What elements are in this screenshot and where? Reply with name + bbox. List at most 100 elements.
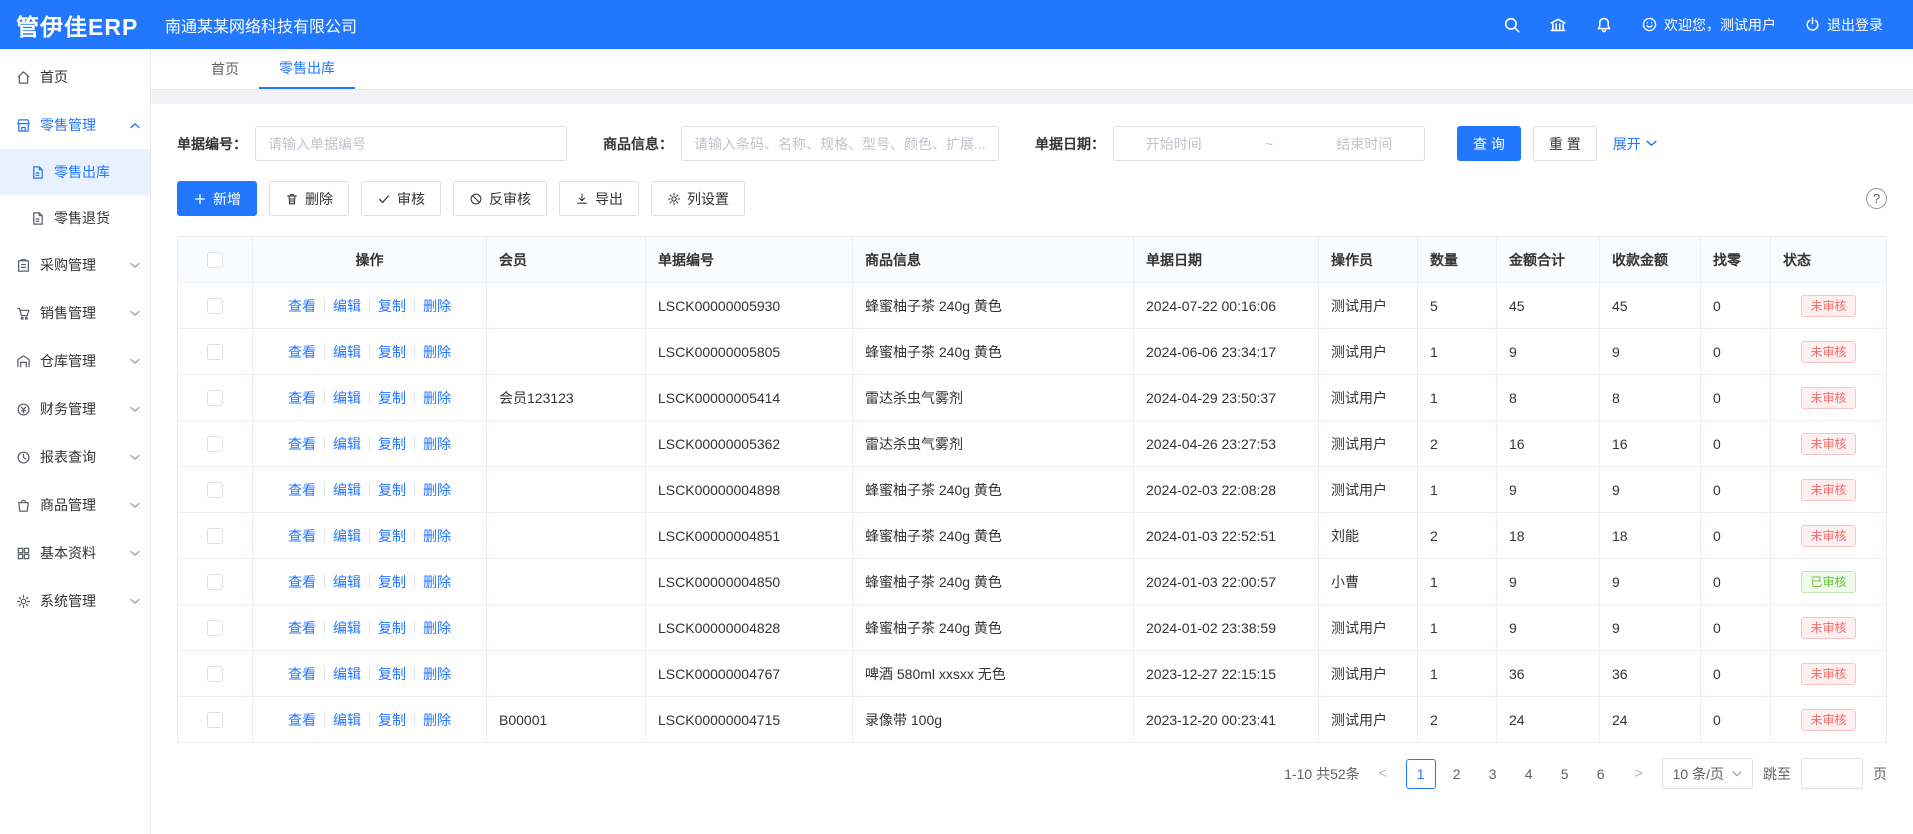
row-action-view[interactable]: 查看	[288, 388, 316, 408]
row-action-copy[interactable]: 复制	[378, 480, 406, 500]
row-action-edit[interactable]: 编辑	[333, 618, 361, 638]
row-action-delete[interactable]: 删除	[423, 526, 451, 546]
row-action-view[interactable]: 查看	[288, 572, 316, 592]
sidebar-item-sales-management[interactable]: 销售管理	[0, 289, 150, 337]
row-action-edit[interactable]: 编辑	[333, 664, 361, 684]
row-action-view[interactable]: 查看	[288, 480, 316, 500]
row-action-copy[interactable]: 复制	[378, 296, 406, 316]
expand-link[interactable]: 展开	[1613, 134, 1657, 154]
action-separator	[414, 391, 415, 404]
sidebar-item-system-management[interactable]: 系统管理	[0, 577, 150, 625]
page-number-3[interactable]: 3	[1478, 759, 1508, 789]
cell-operator: 测试用户	[1319, 697, 1418, 743]
page-number-5[interactable]: 5	[1550, 759, 1580, 789]
delete-button[interactable]: 删除	[269, 181, 349, 216]
row-checkbox[interactable]	[207, 298, 223, 314]
sidebar-item-retail-outbound[interactable]: 零售出库	[0, 149, 150, 195]
row-action-view[interactable]: 查看	[288, 664, 316, 684]
help-icon[interactable]: ?	[1866, 188, 1887, 209]
row-action-delete[interactable]: 删除	[423, 710, 451, 730]
product-info-input[interactable]	[681, 126, 999, 161]
row-action-delete[interactable]: 删除	[423, 296, 451, 316]
row-action-copy[interactable]: 复制	[378, 572, 406, 592]
next-page-button[interactable]: >	[1626, 765, 1652, 782]
row-action-edit[interactable]: 编辑	[333, 388, 361, 408]
row-action-edit[interactable]: 编辑	[333, 342, 361, 362]
row-action-view[interactable]: 查看	[288, 342, 316, 362]
row-action-copy[interactable]: 复制	[378, 618, 406, 638]
column-settings-button[interactable]: 列设置	[651, 181, 745, 216]
bank-icon[interactable]	[1549, 16, 1567, 34]
page-number-4[interactable]: 4	[1514, 759, 1544, 789]
sidebar-item-basic-data[interactable]: 基本资料	[0, 529, 150, 577]
row-checkbox[interactable]	[207, 436, 223, 452]
tab-home[interactable]: 首页	[191, 49, 259, 89]
sidebar-item-finance-management[interactable]: 财务管理	[0, 385, 150, 433]
row-checkbox[interactable]	[207, 482, 223, 498]
row-action-delete[interactable]: 删除	[423, 618, 451, 638]
row-checkbox[interactable]	[207, 574, 223, 590]
row-action-copy[interactable]: 复制	[378, 710, 406, 730]
row-action-view[interactable]: 查看	[288, 526, 316, 546]
sidebar-item-home[interactable]: 首页	[0, 53, 150, 101]
row-checkbox[interactable]	[207, 712, 223, 728]
row-action-view[interactable]: 查看	[288, 618, 316, 638]
export-button[interactable]: 导出	[559, 181, 639, 216]
cell-received: 9	[1600, 605, 1701, 651]
row-action-edit[interactable]: 编辑	[333, 572, 361, 592]
sidebar-item-purchase-management[interactable]: 采购管理	[0, 241, 150, 289]
row-checkbox[interactable]	[207, 620, 223, 636]
row-checkbox[interactable]	[207, 344, 223, 360]
row-action-edit[interactable]: 编辑	[333, 480, 361, 500]
sidebar-item-goods-management[interactable]: 商品管理	[0, 481, 150, 529]
row-action-copy[interactable]: 复制	[378, 342, 406, 362]
add-button[interactable]: 新增	[177, 181, 257, 216]
row-action-delete[interactable]: 删除	[423, 480, 451, 500]
welcome-user[interactable]: 欢迎您，测试用户	[1641, 15, 1776, 35]
row-action-delete[interactable]: 删除	[423, 434, 451, 454]
search-icon[interactable]	[1503, 16, 1521, 34]
audit-button[interactable]: 审核	[361, 181, 441, 216]
row-action-copy[interactable]: 复制	[378, 664, 406, 684]
cell-received: 8	[1600, 375, 1701, 421]
action-separator	[369, 667, 370, 680]
row-action-delete[interactable]: 删除	[423, 342, 451, 362]
action-separator	[369, 345, 370, 358]
sidebar-item-retail-return[interactable]: 零售退货	[0, 195, 150, 241]
row-action-edit[interactable]: 编辑	[333, 296, 361, 316]
row-action-copy[interactable]: 复制	[378, 434, 406, 454]
page-number-1[interactable]: 1	[1406, 759, 1436, 789]
date-range-picker[interactable]: 开始时间 ~ 结束时间	[1113, 126, 1425, 161]
logout-label: 退出登录	[1827, 15, 1883, 35]
row-action-edit[interactable]: 编辑	[333, 434, 361, 454]
row-action-delete[interactable]: 删除	[423, 388, 451, 408]
row-checkbox[interactable]	[207, 666, 223, 682]
jump-page-input[interactable]	[1801, 758, 1863, 789]
search-button[interactable]: 查 询	[1457, 126, 1521, 161]
row-action-view[interactable]: 查看	[288, 710, 316, 730]
prev-page-button[interactable]: <	[1370, 765, 1396, 782]
page-size-select[interactable]: 10 条/页	[1662, 758, 1753, 789]
sidebar-item-retail-management[interactable]: 零售管理	[0, 101, 150, 149]
row-action-copy[interactable]: 复制	[378, 526, 406, 546]
tab-retail-outbound[interactable]: 零售出库	[259, 49, 355, 89]
row-action-edit[interactable]: 编辑	[333, 710, 361, 730]
bill-no-input[interactable]	[255, 126, 567, 161]
row-action-edit[interactable]: 编辑	[333, 526, 361, 546]
unaudit-button[interactable]: 反审核	[453, 181, 547, 216]
row-action-view[interactable]: 查看	[288, 434, 316, 454]
row-checkbox[interactable]	[207, 528, 223, 544]
select-all-checkbox[interactable]	[207, 252, 223, 268]
row-action-delete[interactable]: 删除	[423, 664, 451, 684]
row-action-copy[interactable]: 复制	[378, 388, 406, 408]
page-number-6[interactable]: 6	[1586, 759, 1616, 789]
row-checkbox[interactable]	[207, 390, 223, 406]
page-number-2[interactable]: 2	[1442, 759, 1472, 789]
reset-button[interactable]: 重 置	[1533, 126, 1597, 161]
bell-icon[interactable]	[1595, 16, 1613, 34]
logout-button[interactable]: 退出登录	[1804, 15, 1883, 35]
sidebar-item-warehouse-management[interactable]: 仓库管理	[0, 337, 150, 385]
row-action-view[interactable]: 查看	[288, 296, 316, 316]
sidebar-item-report-query[interactable]: 报表查询	[0, 433, 150, 481]
row-action-delete[interactable]: 删除	[423, 572, 451, 592]
